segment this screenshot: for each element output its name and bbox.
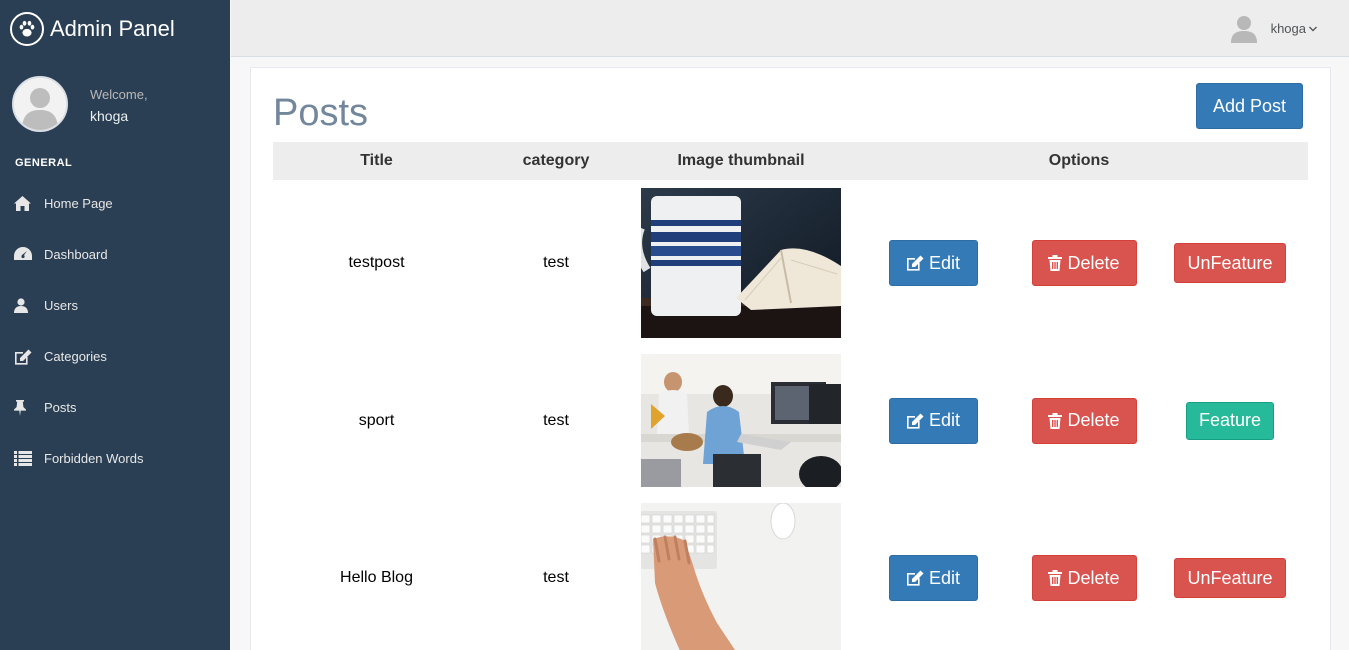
- delete-label: Delete: [1067, 567, 1120, 588]
- avatar: [1230, 14, 1257, 43]
- edit-icon: [14, 349, 34, 365]
- posts-panel: Posts Add Post Title category Image thum…: [250, 67, 1331, 650]
- posts-table: Title category Image thumbnail Options t…: [273, 142, 1308, 650]
- chevron-down-icon: [1309, 24, 1317, 34]
- avatar: [12, 76, 68, 132]
- post-category: test: [543, 411, 569, 429]
- edit-label: Edit: [928, 567, 961, 588]
- profile-name: khoga: [90, 108, 129, 124]
- column-header-category: category: [522, 152, 590, 169]
- sidebar-item-dashboard[interactable]: Dashboard: [0, 229, 230, 280]
- welcome-text: Welcome,: [90, 87, 148, 102]
- home-icon: [14, 196, 34, 211]
- page-title: Posts: [273, 92, 369, 134]
- unfeature-post-button[interactable]: UnFeature: [1174, 243, 1286, 283]
- delete-post-button[interactable]: Delete: [1031, 240, 1137, 286]
- top-nav: khoga: [231, 0, 1349, 57]
- trash-icon: [1048, 412, 1063, 429]
- sidebar-item-label: Posts: [44, 400, 77, 415]
- edit-label: Edit: [928, 252, 961, 273]
- post-title: testpost: [348, 254, 405, 271]
- edit-icon: [906, 413, 924, 429]
- post-thumbnail-image: [641, 354, 841, 487]
- add-post-button[interactable]: Add Post: [1196, 83, 1303, 129]
- sidebar-item-label: Forbidden Words: [44, 451, 144, 466]
- table-row: sport test Edit Delete Feature: [273, 346, 1308, 495]
- sidebar-item-label: Categories: [44, 349, 107, 364]
- edit-icon: [906, 570, 924, 586]
- sidebar: Admin Panel Welcome, khoga GENERAL Home …: [0, 0, 230, 650]
- edit-icon: [906, 255, 924, 271]
- post-title: sport: [358, 411, 395, 429]
- sidebar-item-label: Users: [44, 298, 78, 313]
- trash-icon: [1048, 255, 1063, 271]
- section-title: GENERAL: [15, 157, 73, 169]
- sidebar-item-forbidden-words[interactable]: Forbidden Words: [0, 433, 230, 484]
- edit-label: Edit: [928, 410, 961, 430]
- feature-post-button[interactable]: Feature: [1186, 401, 1274, 440]
- delete-post-button[interactable]: Delete: [1031, 555, 1137, 601]
- user-name: khoga: [1270, 21, 1306, 36]
- post-thumbnail-image: [641, 188, 841, 338]
- sidebar-menu: Home Page Dashboard Users Categories Pos…: [0, 178, 230, 484]
- brand-title: Admin Panel: [50, 15, 175, 41]
- brand[interactable]: Admin Panel: [0, 0, 230, 57]
- paw-icon: [10, 11, 44, 46]
- post-title: Hello Blog: [340, 569, 413, 586]
- post-category: test: [543, 569, 569, 586]
- sidebar-item-label: Home Page: [44, 196, 113, 211]
- edit-post-button[interactable]: Edit: [888, 397, 978, 444]
- thumbtack-icon: [14, 399, 34, 416]
- post-thumbnail-image: [641, 503, 841, 650]
- column-header-options: Options: [1048, 152, 1110, 169]
- sidebar-item-home-page[interactable]: Home Page: [0, 178, 230, 229]
- trash-icon: [1048, 570, 1063, 586]
- edit-post-button[interactable]: Edit: [888, 240, 978, 286]
- dashboard-icon: [14, 247, 34, 262]
- table-header-row: Title category Image thumbnail Options: [273, 142, 1308, 180]
- profile: Welcome, khoga: [0, 57, 230, 149]
- delete-label: Delete: [1067, 252, 1120, 273]
- sidebar-item-categories[interactable]: Categories: [0, 331, 230, 382]
- user-icon: [14, 298, 34, 313]
- table-row: testpost test Edit Delete UnFeature: [273, 180, 1308, 346]
- sidebar-item-label: Dashboard: [44, 247, 108, 262]
- list-icon: [14, 451, 34, 466]
- column-header-image: Image thumbnail: [677, 152, 805, 169]
- edit-post-button[interactable]: Edit: [888, 555, 978, 601]
- unfeature-post-button[interactable]: UnFeature: [1174, 558, 1286, 598]
- delete-label: Delete: [1067, 410, 1120, 430]
- post-category: test: [543, 254, 569, 271]
- delete-post-button[interactable]: Delete: [1031, 397, 1137, 444]
- table-row: Hello Blog test Edit Delete UnFeature: [273, 495, 1308, 650]
- column-header-title: Title: [360, 152, 393, 169]
- sidebar-item-posts[interactable]: Posts: [0, 382, 230, 433]
- sidebar-item-users[interactable]: Users: [0, 280, 230, 331]
- user-menu-toggle[interactable]: khoga: [1230, 14, 1317, 43]
